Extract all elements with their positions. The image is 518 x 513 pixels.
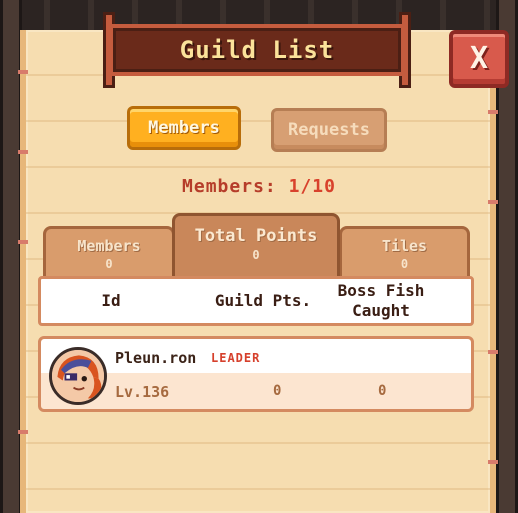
tab-value: 0 <box>105 257 113 271</box>
tab-value: 0 <box>252 248 260 262</box>
tab-label: Members <box>77 237 141 255</box>
requests-mode-button[interactable]: Requests <box>271 108 387 152</box>
column-header-row: Id Guild Pts. Boss Fish Caught <box>38 276 474 326</box>
banner-board: Guild List <box>109 24 405 76</box>
avatar <box>49 347 107 405</box>
avatar-portrait-icon <box>52 350 104 402</box>
title-banner: Guild List <box>103 12 411 88</box>
tab-label: Tiles <box>381 237 428 255</box>
member-guild-pts: 0 <box>273 383 282 399</box>
members-count: Members: 1/10 <box>0 176 518 197</box>
member-role-badge: LEADER <box>211 351 261 365</box>
member-name: Pleun.ron <box>115 349 197 367</box>
edge-tick <box>18 240 28 244</box>
edge-tick <box>488 110 498 114</box>
member-boss-fish: 0 <box>378 383 387 399</box>
members-count-value: 1/10 <box>288 176 336 197</box>
tab-value: 0 <box>400 257 409 271</box>
column-header-guild-pts[interactable]: Guild Pts. <box>199 291 327 311</box>
edge-tick <box>18 70 28 74</box>
members-count-label: Members: <box>182 176 277 197</box>
page-title: Guild List <box>179 36 335 64</box>
edge-tick <box>18 430 28 434</box>
members-mode-button[interactable]: Members <box>127 106 241 150</box>
close-icon: X <box>469 41 489 76</box>
member-row[interactable]: Pleun.ron LEADER Lv.136 0 0 <box>38 336 474 412</box>
tab-sort-total-points[interactable]: Total Points 0 <box>172 213 340 278</box>
edge-tick <box>488 350 498 354</box>
column-header-id[interactable]: Id <box>81 291 141 311</box>
tab-label: Total Points <box>194 226 318 246</box>
column-header-boss-fish[interactable]: Boss Fish Caught <box>321 281 441 321</box>
wood-beam <box>0 0 22 513</box>
member-level: Lv.136 <box>115 383 170 401</box>
edge-tick <box>488 200 498 204</box>
tab-sort-tiles[interactable]: Tiles 0 <box>339 226 470 278</box>
edge-tick <box>488 460 498 464</box>
tab-sort-members[interactable]: Members 0 <box>43 226 175 278</box>
edge-tick <box>18 150 28 154</box>
close-button[interactable]: X <box>449 30 509 88</box>
